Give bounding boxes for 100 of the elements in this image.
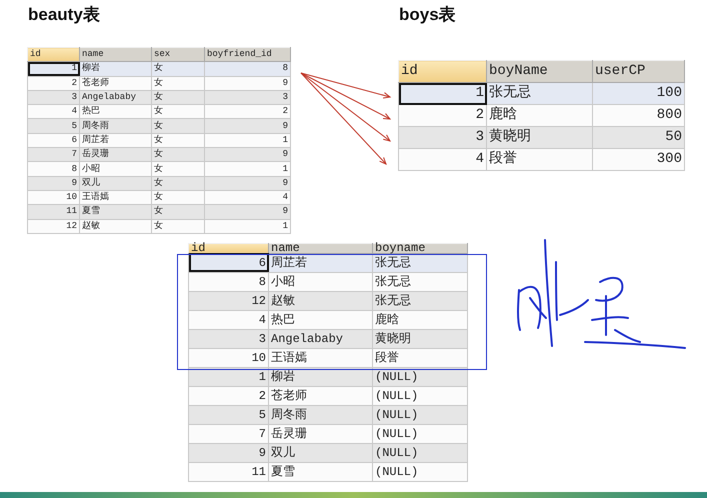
table-cell: 3 (398, 126, 486, 148)
table-cell: 王语嫣 (80, 190, 152, 205)
table-cell: 4 (204, 190, 290, 205)
table-cell: 张无忌 (372, 272, 468, 292)
table-cell: 女 (152, 219, 204, 234)
table-cell: 赵敏 (268, 291, 372, 310)
table-cell: 鹿晗 (372, 310, 468, 330)
table-cell: 苍老师 (268, 386, 372, 406)
table-cell: 8 (188, 272, 268, 292)
column-header[interactable]: userCP (592, 60, 684, 82)
table-cell: 小昭 (268, 272, 372, 292)
column-header[interactable]: boyname (372, 243, 468, 254)
table-cell: 柳岩 (80, 62, 152, 76)
table-cell: 9 (204, 118, 290, 134)
table-cell: 段誉 (486, 148, 592, 170)
table-cell: 苍老师 (80, 76, 152, 90)
table-cell: 2 (188, 386, 268, 406)
column-header[interactable]: boyfriend_id (204, 48, 290, 62)
table-cell: 12 (28, 219, 80, 234)
table-cell: 8 (28, 162, 80, 176)
table-cell: 4 (398, 148, 486, 170)
table-cell: 双儿 (80, 176, 152, 190)
table-cell: 3 (204, 90, 290, 105)
table-cell: 女 (152, 176, 204, 190)
table-cell: 10 (188, 348, 268, 368)
table-cell: 1 (204, 133, 290, 148)
table-cell: 9 (204, 204, 290, 220)
table-cell: 800 (592, 104, 684, 126)
table-cell: 100 (592, 82, 684, 104)
table-cell: 岳灵珊 (80, 148, 152, 162)
table-cell: 热巴 (268, 310, 372, 330)
table-cell: 300 (592, 148, 684, 170)
table-cell: 3 (188, 329, 268, 348)
table-cell: 张无忌 (372, 291, 468, 310)
column-header[interactable]: sex (152, 48, 204, 62)
table-cell: 张无忌 (486, 82, 592, 104)
table-title: boys表 (399, 4, 457, 26)
table-cell: 女 (152, 204, 204, 220)
table-cell: 8 (204, 62, 290, 76)
table-cell: 5 (188, 405, 268, 424)
table-cell: 夏雪 (80, 204, 152, 220)
table-cell: 1 (204, 219, 290, 234)
table-cell: 鹿晗 (486, 104, 592, 126)
table-cell: 双儿 (268, 443, 372, 462)
table-cell: 小昭 (80, 162, 152, 176)
table-cell: 黄晓明 (486, 126, 592, 148)
table-cell: 赵敏 (80, 219, 152, 234)
table-cell: (NULL) (372, 405, 468, 424)
table-cell: 9 (188, 443, 268, 462)
table-cell: (NULL) (372, 424, 468, 444)
table-cell: 女 (152, 162, 204, 176)
column-header[interactable]: id (28, 48, 80, 62)
column-header[interactable]: boyName (486, 60, 592, 82)
table-cell: 6 (28, 133, 80, 148)
table-cell: Angelababy (80, 90, 152, 105)
table-cell: 夏雪 (268, 462, 372, 482)
table-cell: 2 (398, 104, 486, 126)
table-cell: 女 (152, 118, 204, 134)
table-cell: 9 (204, 148, 290, 162)
column-header[interactable]: id (398, 60, 486, 82)
table-cell: 50 (592, 126, 684, 148)
table-cell: 女 (152, 104, 204, 119)
table-cell: 12 (188, 291, 268, 310)
table-cell: 岳灵珊 (268, 424, 372, 444)
table-cell: 7 (28, 148, 80, 162)
table-cell: 周芷若 (80, 133, 152, 148)
table-cell: 1 (204, 162, 290, 176)
table-cell: 10 (28, 190, 80, 205)
table-cell: 2 (28, 76, 80, 90)
table-cell: 6 (188, 253, 268, 272)
table-cell: 2 (204, 104, 290, 119)
table-cell: 9 (204, 76, 290, 90)
table-cell: 1 (28, 62, 80, 76)
table-cell: 9 (28, 176, 80, 190)
table-cell: 1 (398, 82, 486, 104)
column-header[interactable]: name (268, 243, 372, 254)
table-cell: 5 (28, 118, 80, 134)
table-cell: 周冬雨 (268, 405, 372, 424)
table-cell: 11 (188, 462, 268, 482)
table-cell: (NULL) (372, 462, 468, 482)
table-cell: 4 (188, 310, 268, 330)
table-cell: 7 (188, 424, 268, 444)
table-cell: 女 (152, 148, 204, 162)
table-cell: 女 (152, 90, 204, 105)
table-title: beauty表 (28, 4, 101, 26)
table-cell: 黄晓明 (372, 329, 468, 348)
table-cell: Angelababy (268, 329, 372, 348)
column-header[interactable]: id (188, 243, 268, 254)
column-header[interactable]: name (80, 48, 152, 62)
table-cell: 3 (28, 90, 80, 105)
table-cell: 王语嫣 (268, 348, 372, 368)
table-cell: 女 (152, 76, 204, 90)
table-cell: 4 (28, 104, 80, 119)
table-cell: 9 (204, 176, 290, 190)
table-cell: 女 (152, 133, 204, 148)
table-cell: 热巴 (80, 104, 152, 119)
table-cell: 女 (152, 62, 204, 76)
table-cell: 11 (28, 204, 80, 220)
table-cell: 周冬雨 (80, 118, 152, 134)
table-cell: 女 (152, 190, 204, 205)
